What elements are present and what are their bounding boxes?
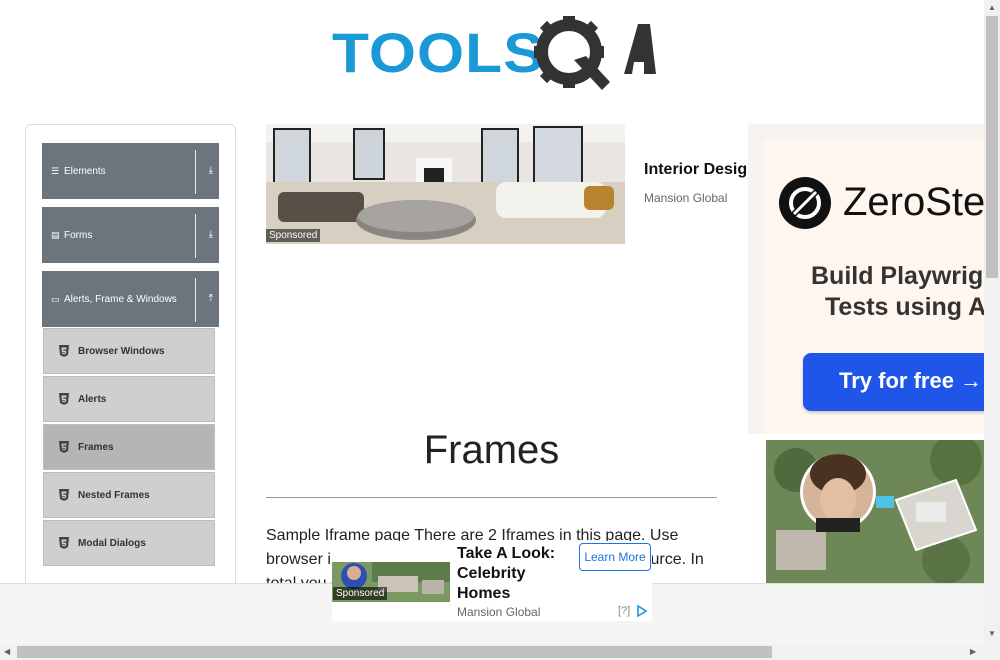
scroll-left-arrow-icon[interactable]: ◀	[4, 647, 10, 656]
html5-icon	[59, 345, 69, 357]
download-arrow-icon: ⤓	[208, 165, 213, 176]
scroll-up-arrow-icon[interactable]: ▲	[988, 3, 996, 12]
hamburger-icon: ☰	[51, 165, 60, 176]
sidebar: ☰ Elements ⤓ ▤ Forms ⤓ ▭ Alerts, Frame &…	[25, 124, 236, 604]
menu-item-modal-dialogs[interactable]: Modal Dialogs	[43, 520, 215, 566]
menu-item-label: Alerts	[78, 393, 107, 405]
download-arrow-icon: ⤓	[208, 229, 213, 240]
learn-more-button[interactable]: Learn More	[579, 543, 651, 571]
divider	[195, 150, 196, 194]
menu-item-alerts[interactable]: Alerts	[43, 376, 215, 422]
upload-arrow-icon: ⤒	[208, 293, 213, 304]
headline-line1: Build Playwright	[811, 262, 984, 290]
logo-gear-qa-icon	[534, 16, 656, 90]
ad-image-interior[interactable]	[266, 124, 625, 244]
scroll-down-arrow-icon[interactable]: ▼	[988, 629, 996, 638]
html5-icon	[59, 537, 69, 549]
logo-tools-text: TOOLS	[332, 21, 545, 84]
group-alerts-frame-windows[interactable]: ▭ Alerts, Frame & Windows ⤒	[42, 271, 219, 327]
group-elements[interactable]: ☰ Elements ⤓	[42, 143, 219, 199]
menu-item-nested-frames[interactable]: Nested Frames	[43, 472, 215, 518]
try-free-button[interactable]: Try for free →	[803, 353, 984, 411]
sponsored-label: Sponsored	[333, 587, 388, 600]
title-divider	[266, 497, 717, 498]
scroll-right-arrow-icon[interactable]: ▶	[970, 647, 976, 656]
vertical-scrollbar[interactable]: ▲ ▼	[984, 0, 1000, 644]
menu-item-label: Modal Dialogs	[78, 537, 146, 549]
headline-line2: Tests using AI	[825, 293, 984, 321]
right-ad-banner[interactable]: ZeroStep Build Playwright Tests using AI…	[748, 124, 984, 434]
divider	[195, 278, 196, 322]
ad-title[interactable]: Interior Design	[644, 161, 748, 179]
sponsored-label: Sponsored	[266, 229, 321, 242]
bottom-ad[interactable]: Sponsored Take A Look: Celebrity Homes M…	[332, 541, 652, 621]
menu-item-frames[interactable]: Frames	[43, 424, 215, 470]
ad-help-link[interactable]: [?]	[618, 605, 630, 617]
menu-item-label: Browser Windows	[78, 345, 165, 357]
horizontal-scrollbar[interactable]: ◀ ▶	[0, 644, 1000, 660]
aerial-house-photo	[766, 440, 984, 590]
window-icon: ▭	[51, 293, 60, 304]
adchoices-icon[interactable]	[636, 605, 648, 617]
group-forms[interactable]: ▤ Forms ⤓	[42, 207, 219, 263]
ad-title[interactable]: Take A Look: Celebrity Homes	[457, 544, 567, 604]
toolsqa-logo[interactable]: TOOLS	[332, 14, 656, 90]
brand-name: ZeroStep	[843, 180, 984, 224]
vertical-scroll-thumb[interactable]	[986, 16, 998, 278]
zerostep-logo-icon	[779, 177, 831, 229]
html5-icon	[59, 441, 69, 453]
page-viewport: TOOLS ☰ Elements ⤓ ▤ Forms ⤓ ▭ Alerts, F…	[0, 0, 984, 644]
ad-source: Mansion Global	[644, 191, 728, 205]
form-icon: ▤	[51, 229, 60, 240]
ad-photo-aerial[interactable]	[766, 440, 984, 590]
menu-item-label: Frames	[78, 441, 114, 453]
page-title: Frames	[423, 428, 560, 472]
menu-item-browser-windows[interactable]: Browser Windows	[43, 328, 215, 374]
ad-source: Mansion Global	[457, 605, 541, 619]
menu-item-label: Nested Frames	[78, 489, 150, 501]
divider	[195, 214, 196, 258]
interior-photo	[266, 124, 625, 244]
horizontal-scroll-thumb[interactable]	[17, 646, 772, 658]
html5-icon	[59, 489, 69, 501]
html5-icon	[59, 393, 69, 405]
